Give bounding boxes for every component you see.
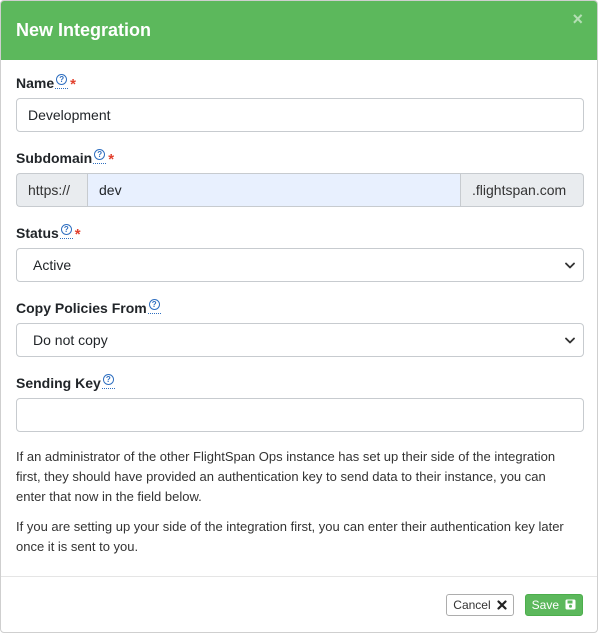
name-field-group: Name ? *	[16, 74, 584, 132]
copy-policies-field-group: Copy Policies From ? Do not copy	[16, 299, 584, 357]
sending-key-input[interactable]	[16, 398, 584, 432]
required-marker: *	[74, 226, 81, 243]
sending-key-field-group: Sending Key ?	[16, 374, 584, 432]
help-text-paragraph: If an administrator of the other FlightS…	[16, 449, 556, 504]
chevron-down-icon	[565, 337, 575, 343]
save-button-label: Save	[531, 597, 559, 612]
subdomain-input-group: https:// .flightspan.com	[16, 173, 584, 207]
subdomain-label: Subdomain	[16, 150, 93, 166]
sending-key-label: Sending Key	[16, 375, 101, 391]
modal-title: New Integration	[16, 20, 152, 40]
modal-header: New Integration ×	[1, 1, 597, 60]
help-icon[interactable]: ?	[101, 374, 115, 389]
help-text-paragraph: If you are setting up your side of the i…	[16, 519, 564, 554]
close-button[interactable]: ×	[572, 10, 583, 28]
help-icon[interactable]: ?	[59, 224, 73, 239]
chevron-down-icon	[565, 262, 575, 268]
status-label: Status	[16, 225, 59, 241]
cancel-button-label: Cancel	[453, 597, 491, 612]
cancel-button[interactable]: Cancel	[446, 593, 514, 616]
status-field-group: Status ? * Active	[16, 224, 584, 282]
name-label: Name	[16, 75, 55, 91]
copy-policies-label: Copy Policies From	[16, 300, 147, 316]
status-select[interactable]: Active	[16, 248, 584, 282]
x-icon	[497, 599, 507, 610]
modal-footer: Cancel Save	[1, 576, 597, 632]
required-marker: *	[70, 76, 76, 93]
floppy-disk-icon	[565, 599, 576, 610]
subdomain-prefix: https://	[16, 173, 87, 207]
modal-body: Name ? * Subdomain ? * https:// .flights…	[1, 60, 597, 557]
new-integration-modal: New Integration × Name ? * Subdomain ? *…	[0, 0, 598, 633]
subdomain-input[interactable]	[87, 173, 461, 207]
name-input[interactable]	[16, 98, 584, 132]
required-marker: *	[108, 151, 115, 168]
help-icon[interactable]: ?	[147, 299, 161, 314]
save-button[interactable]: Save	[524, 593, 583, 616]
copy-policies-selected-value: Do not copy	[33, 332, 108, 348]
subdomain-suffix: .flightspan.com	[461, 173, 584, 207]
status-selected-value: Active	[33, 257, 72, 273]
help-icon[interactable]: ?	[55, 74, 69, 89]
help-icon[interactable]: ?	[93, 149, 107, 164]
copy-policies-select[interactable]: Do not copy	[16, 323, 584, 357]
subdomain-field-group: Subdomain ? * https:// .flightspan.com	[16, 149, 584, 207]
